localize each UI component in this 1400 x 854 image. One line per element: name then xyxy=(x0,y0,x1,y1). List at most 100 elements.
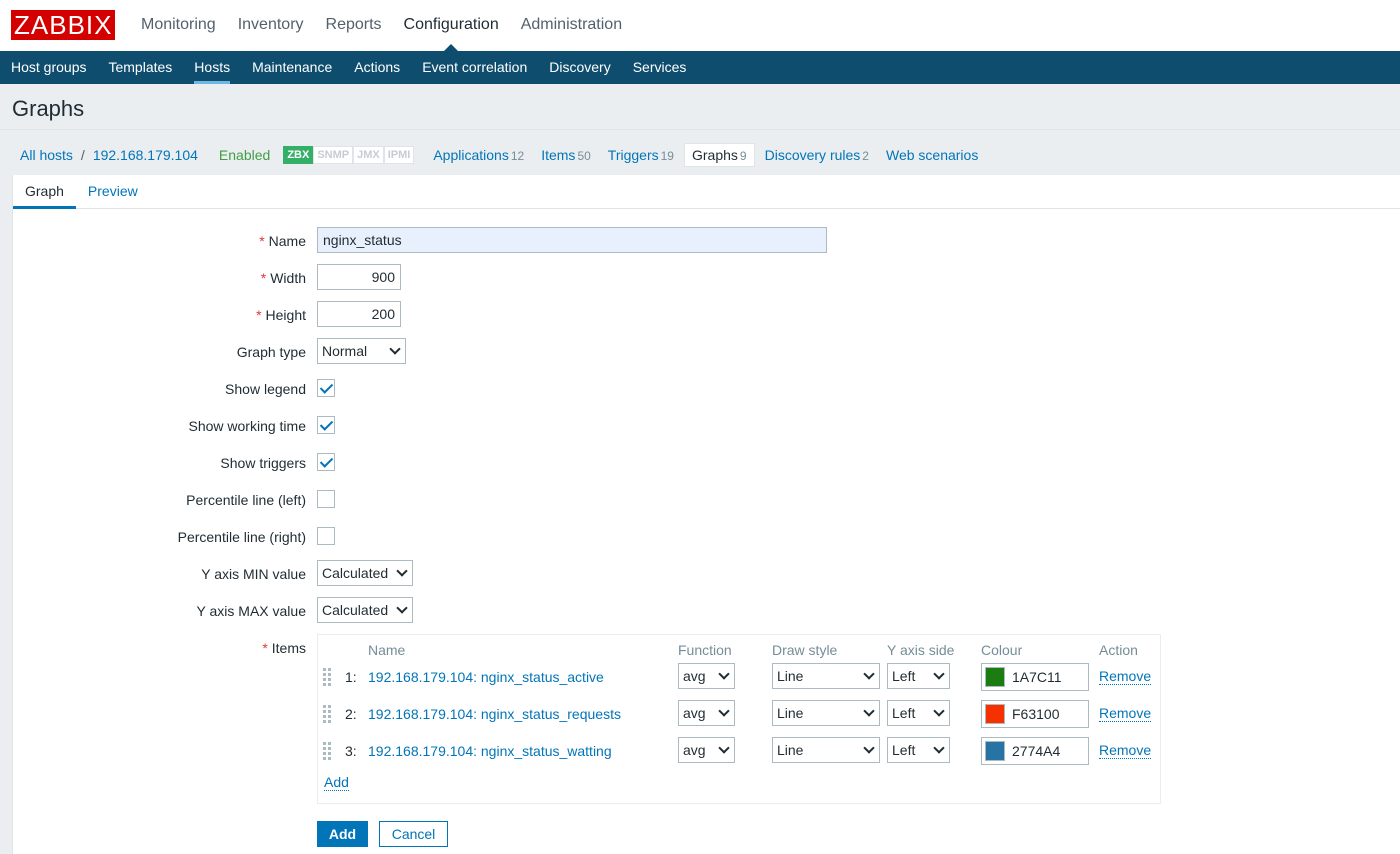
item-name-link[interactable]: 192.168.179.104: nginx_status_watting xyxy=(368,743,612,759)
header-action: Action xyxy=(1099,642,1138,658)
submenu-templates[interactable]: Templates xyxy=(97,51,183,84)
chevron-down-icon xyxy=(718,668,730,680)
add-button[interactable]: Add xyxy=(317,821,368,847)
host-link-web-scenarios[interactable]: Web scenarios xyxy=(879,144,987,166)
badge-snmp: SNMP xyxy=(313,146,354,164)
draw-style-select[interactable]: Line xyxy=(772,700,880,726)
row-percentile-left: Percentile line (left) xyxy=(13,486,1400,514)
remove-link[interactable]: Remove xyxy=(1099,743,1152,759)
add-item-link[interactable]: Add xyxy=(324,775,349,791)
row-ymax: Y axis MAX value Calculated xyxy=(13,597,1400,625)
colour-picker[interactable]: F63100 xyxy=(981,700,1089,728)
host-link-applications[interactable]: Applications 12 xyxy=(426,144,531,166)
percentile-right-checkbox[interactable] xyxy=(317,527,335,545)
link-count: 50 xyxy=(577,149,591,163)
table-row: 2: 192.168.179.104: nginx_status_request… xyxy=(318,700,1162,728)
function-value: avg xyxy=(683,742,706,758)
ymax-label: Y axis MAX value xyxy=(196,603,306,619)
required-marker: * xyxy=(262,640,268,656)
tab-preview[interactable]: Preview xyxy=(76,175,150,208)
submenu-host-groups[interactable]: Host groups xyxy=(0,51,97,84)
menu-monitoring[interactable]: Monitoring xyxy=(130,0,227,51)
chevron-down-icon xyxy=(396,602,408,614)
draw-style-select[interactable]: Line xyxy=(772,663,880,689)
chevron-down-icon xyxy=(863,705,875,717)
colour-value: 2774A4 xyxy=(1012,743,1061,759)
colour-picker[interactable]: 1A7C11 xyxy=(981,663,1089,691)
show-triggers-checkbox[interactable] xyxy=(317,453,335,471)
graph-type-select[interactable]: Normal xyxy=(317,338,406,364)
menu-administration[interactable]: Administration xyxy=(510,0,633,51)
link-label: Discovery rules xyxy=(764,147,861,163)
item-name-link[interactable]: 192.168.179.104: nginx_status_requests xyxy=(368,706,621,722)
item-name-link[interactable]: 192.168.179.104: nginx_status_active xyxy=(368,669,604,685)
sub-menu: Host groups Templates Hosts Maintenance … xyxy=(0,51,1400,84)
row-percentile-right: Percentile line (right) xyxy=(13,523,1400,551)
remove-link[interactable]: Remove xyxy=(1099,706,1152,722)
height-input[interactable] xyxy=(317,301,401,327)
chevron-down-icon xyxy=(863,742,875,754)
link-count: 2 xyxy=(862,149,869,163)
show-legend-checkbox[interactable] xyxy=(317,379,335,397)
drag-handle-icon[interactable] xyxy=(323,666,333,688)
drag-handle-icon[interactable] xyxy=(323,703,333,725)
name-label: * Name xyxy=(259,233,306,249)
chevron-down-icon xyxy=(933,668,945,680)
menu-configuration[interactable]: Configuration xyxy=(393,0,510,51)
y-axis-side-select[interactable]: Left xyxy=(887,737,950,763)
chevron-down-icon xyxy=(718,742,730,754)
link-label: Triggers xyxy=(607,147,659,163)
menu-reports[interactable]: Reports xyxy=(315,0,393,51)
tab-graph[interactable]: Graph xyxy=(13,175,76,209)
breadcrumb-all-hosts[interactable]: All hosts xyxy=(12,147,81,163)
items-table: Name Function Draw style Y axis side Col… xyxy=(317,634,1161,804)
submenu-maintenance[interactable]: Maintenance xyxy=(241,51,343,84)
submenu-services[interactable]: Services xyxy=(622,51,698,84)
cancel-button[interactable]: Cancel xyxy=(379,821,448,847)
submenu-event-correlation[interactable]: Event correlation xyxy=(411,51,538,84)
badge-ipmi: IPMI xyxy=(383,146,415,164)
function-select[interactable]: avg xyxy=(678,737,735,763)
colour-picker[interactable]: 2774A4 xyxy=(981,737,1089,765)
colour-swatch[interactable] xyxy=(985,704,1005,724)
required-marker: * xyxy=(259,233,265,249)
host-link-discovery-rules[interactable]: Discovery rules 2 xyxy=(758,144,876,166)
ymin-select[interactable]: Calculated xyxy=(317,560,413,586)
availability-badges: ZBX SNMP JMX IPMI xyxy=(283,146,415,164)
percentile-left-checkbox[interactable] xyxy=(317,490,335,508)
ymax-select[interactable]: Calculated xyxy=(317,597,413,623)
host-navigation: All hosts / 192.168.179.104 Enabled ZBX … xyxy=(12,142,990,168)
chevron-down-icon xyxy=(933,742,945,754)
link-label: Graphs xyxy=(691,147,738,163)
host-link-items[interactable]: Items 50 xyxy=(534,144,598,166)
host-link-graphs[interactable]: Graphs 9 xyxy=(683,143,755,167)
host-status[interactable]: Enabled xyxy=(219,147,270,163)
draw-style-select[interactable]: Line xyxy=(772,737,880,763)
zabbix-logo[interactable]: ZABBIX xyxy=(11,10,116,40)
submenu-discovery[interactable]: Discovery xyxy=(538,51,621,84)
remove-link[interactable]: Remove xyxy=(1099,669,1152,685)
breadcrumb-host[interactable]: 192.168.179.104 xyxy=(85,147,206,163)
function-select[interactable]: avg xyxy=(678,663,735,689)
y-axis-side-select[interactable]: Left xyxy=(887,700,950,726)
link-label: Web scenarios xyxy=(885,147,979,163)
submenu-actions[interactable]: Actions xyxy=(343,51,411,84)
chevron-down-icon xyxy=(718,705,730,717)
host-link-triggers[interactable]: Triggers 19 xyxy=(601,144,681,166)
y-axis-side-select[interactable]: Left xyxy=(887,663,950,689)
chevron-down-icon xyxy=(389,343,401,355)
drag-handle-icon[interactable] xyxy=(323,740,333,762)
name-input[interactable] xyxy=(317,227,827,253)
link-count: 9 xyxy=(739,149,747,163)
required-marker: * xyxy=(256,307,262,323)
draw-style-value: Line xyxy=(777,705,804,721)
submenu-hosts[interactable]: Hosts xyxy=(183,51,241,84)
show-working-time-checkbox[interactable] xyxy=(317,416,335,434)
header-y-axis-side: Y axis side xyxy=(887,642,955,658)
menu-inventory[interactable]: Inventory xyxy=(227,0,315,51)
width-input[interactable] xyxy=(317,264,401,290)
colour-swatch[interactable] xyxy=(985,667,1005,687)
function-select[interactable]: avg xyxy=(678,700,735,726)
show-legend-label: Show legend xyxy=(225,381,306,397)
colour-swatch[interactable] xyxy=(985,741,1005,761)
